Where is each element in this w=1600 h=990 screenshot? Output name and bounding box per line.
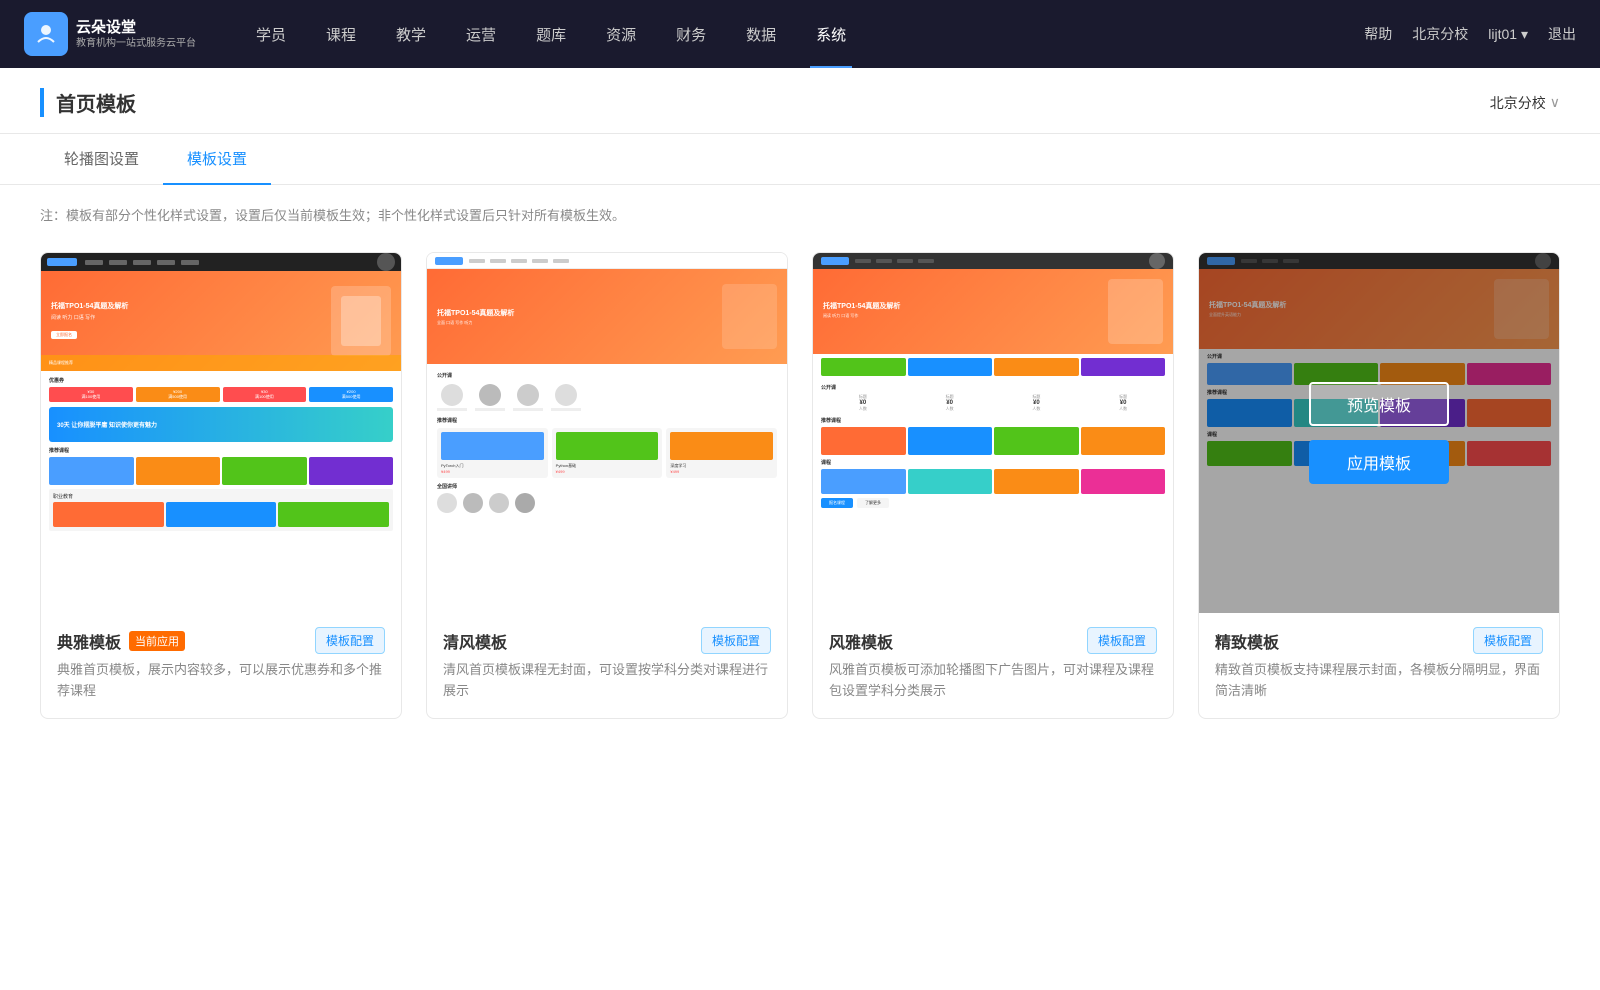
template-card-dianYa: 托福TPO1-54真题及解析 阅读 听力 口语 写作 立即报名 精品课程推荐 xyxy=(40,252,402,719)
logo-icon xyxy=(24,12,68,56)
nav-students[interactable]: 学员 xyxy=(236,0,306,68)
template-desc-dianYa: 典雅首页模板，展示内容较多，可以展示优惠券和多个推荐课程 xyxy=(57,660,385,702)
nav-question-bank[interactable]: 题库 xyxy=(516,0,586,68)
help-link[interactable]: 帮助 xyxy=(1364,24,1392,44)
tab-template-settings[interactable]: 模板设置 xyxy=(163,134,271,185)
logo-brand: 云朵设堂 xyxy=(76,18,196,38)
notice-text: 注：模板有部分个性化样式设置，设置后仅当前模板生效；非个性化样式设置后只针对所有… xyxy=(40,205,1560,224)
nav-data[interactable]: 数据 xyxy=(726,0,796,68)
template-info-qingFeng: 清风模板 模板配置 清风首页模板课程无封面，可设置按学科分类对课程进行展示 xyxy=(427,613,787,718)
template-card-fengYa: 托福TPO1-54真题及解析 阅读 听力 口语 写作 xyxy=(812,252,1174,719)
template-preview-dianYa: 托福TPO1-54真题及解析 阅读 听力 口语 写作 立即报名 精品课程推荐 xyxy=(41,253,401,613)
page-title: 首页模板 xyxy=(40,88,136,117)
logo[interactable]: 云朵设堂 教育机构一站式服务云平台 xyxy=(24,12,196,56)
overlay-buttons: 预览模板 应用模板 xyxy=(1309,382,1449,484)
current-badge: 当前应用 xyxy=(129,631,185,651)
template-preview-jingZhi: 托福TPO1-54真题及解析 全面提升英语能力 公开课 xyxy=(1199,253,1559,613)
template-info-jingZhi: 精致模板 模板配置 精致首页模板支持课程展示封面，各模板分隔明显，界面简洁清晰 xyxy=(1199,613,1559,718)
branch-selector[interactable]: 北京分校 ∨ xyxy=(1490,93,1560,113)
templates-grid: 托福TPO1-54真题及解析 阅读 听力 口语 写作 立即报名 精品课程推荐 xyxy=(40,252,1560,719)
template-preview-qingFeng: 托福TPO1-54真题及解析 全面 口语 写作 听力 公开课 xyxy=(427,253,787,613)
logout-link[interactable]: 退出 xyxy=(1548,24,1576,44)
template-name-dianYa: 典雅模板 xyxy=(57,629,121,653)
page-header: 首页模板 北京分校 ∨ xyxy=(0,68,1600,134)
template-card-qingFeng: 托福TPO1-54真题及解析 全面 口语 写作 听力 公开课 xyxy=(426,252,788,719)
nav-teaching[interactable]: 教学 xyxy=(376,0,446,68)
template-desc-jingZhi: 精致首页模板支持课程展示封面，各模板分隔明显，界面简洁清晰 xyxy=(1215,660,1543,702)
template-info-fengYa: 风雅模板 模板配置 风雅首页模板可添加轮播图下广告图片，可对课程及课程包设置学科… xyxy=(813,613,1173,718)
template-name-fengYa: 风雅模板 xyxy=(829,629,893,653)
template-card-jingZhi: 托福TPO1-54真题及解析 全面提升英语能力 公开课 xyxy=(1198,252,1560,719)
nav-system[interactable]: 系统 xyxy=(796,0,866,68)
logo-sub: 教育机构一站式服务云平台 xyxy=(76,37,196,50)
preview-template-button[interactable]: 预览模板 xyxy=(1309,382,1449,426)
template-info-dianYa: 典雅模板 当前应用 模板配置 典雅首页模板，展示内容较多，可以展示优惠券和多个推… xyxy=(41,613,401,718)
template-desc-qingFeng: 清风首页模板课程无封面，可设置按学科分类对课程进行展示 xyxy=(443,660,771,702)
nav-menu: 学员 课程 教学 运营 题库 资源 财务 数据 系统 xyxy=(236,0,1364,68)
template-name-row-dianYa: 典雅模板 当前应用 模板配置 xyxy=(57,627,385,654)
config-button-jingZhi[interactable]: 模板配置 xyxy=(1473,627,1543,654)
nav-finance[interactable]: 财务 xyxy=(656,0,726,68)
nav-courses[interactable]: 课程 xyxy=(306,0,376,68)
tabs-bar: 轮播图设置 模板设置 xyxy=(0,134,1600,185)
template-desc-fengYa: 风雅首页模板可添加轮播图下广告图片，可对课程及课程包设置学科分类展示 xyxy=(829,660,1157,702)
template-name-qingFeng: 清风模板 xyxy=(443,629,507,653)
config-button-dianYa[interactable]: 模板配置 xyxy=(315,627,385,654)
config-button-fengYa[interactable]: 模板配置 xyxy=(1087,627,1157,654)
navbar: 云朵设堂 教育机构一站式服务云平台 学员 课程 教学 运营 题库 资源 财务 数… xyxy=(0,0,1600,68)
user-menu[interactable]: lijt01 ▾ xyxy=(1488,26,1528,43)
branch-name: 北京分校 xyxy=(1490,93,1546,113)
config-button-qingFeng[interactable]: 模板配置 xyxy=(701,627,771,654)
template-name-row-jingZhi: 精致模板 模板配置 xyxy=(1215,627,1543,654)
template-preview-fengYa: 托福TPO1-54真题及解析 阅读 听力 口语 写作 xyxy=(813,253,1173,613)
template-name-row-qingFeng: 清风模板 模板配置 xyxy=(443,627,771,654)
apply-template-button[interactable]: 应用模板 xyxy=(1309,440,1449,484)
nav-resources[interactable]: 资源 xyxy=(586,0,656,68)
nav-right: 帮助 北京分校 lijt01 ▾ 退出 xyxy=(1364,24,1576,44)
main-content: 注：模板有部分个性化样式设置，设置后仅当前模板生效；非个性化样式设置后只针对所有… xyxy=(0,185,1600,759)
tab-banner-settings[interactable]: 轮播图设置 xyxy=(40,134,163,185)
template-name-jingZhi: 精致模板 xyxy=(1215,629,1279,653)
nav-operations[interactable]: 运营 xyxy=(446,0,516,68)
branch-link[interactable]: 北京分校 xyxy=(1412,24,1468,44)
chevron-down-icon: ∨ xyxy=(1550,94,1560,111)
page-wrapper: 首页模板 北京分校 ∨ 轮播图设置 模板设置 注：模板有部分个性化样式设置，设置… xyxy=(0,68,1600,990)
template-name-row-fengYa: 风雅模板 模板配置 xyxy=(829,627,1157,654)
